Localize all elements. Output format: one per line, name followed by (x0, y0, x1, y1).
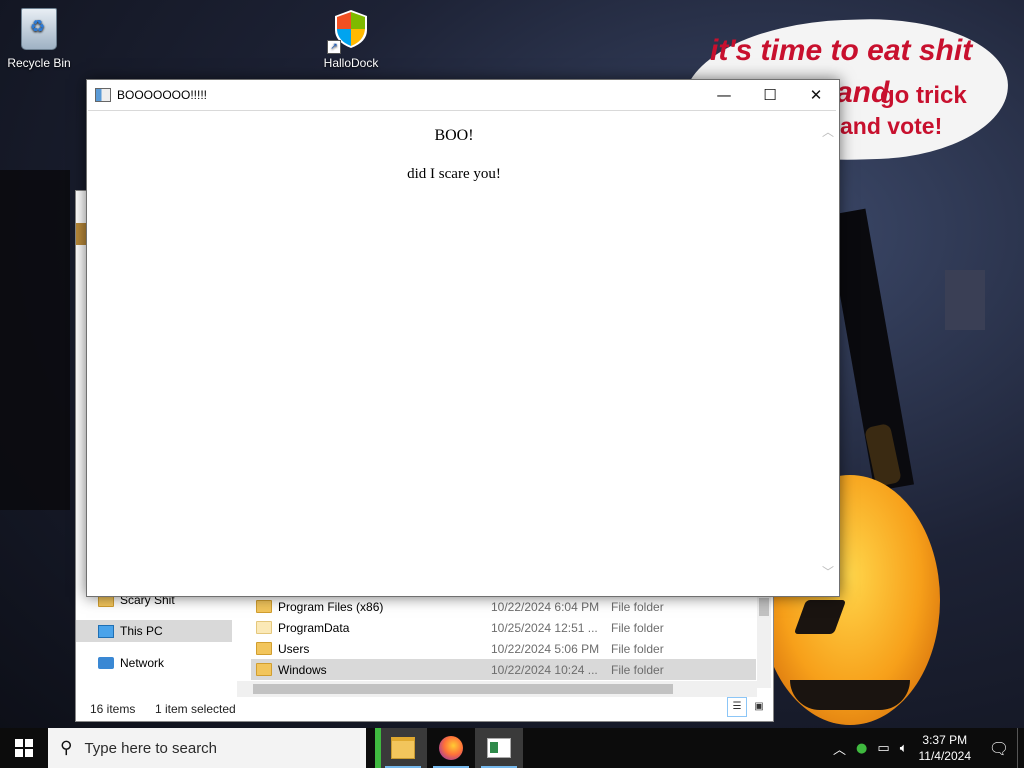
file-type: File folder (611, 662, 664, 677)
taskbar-firefox[interactable] (427, 728, 475, 768)
clock-time: 3:37 PM (922, 733, 968, 747)
scroll-down-arrow-icon[interactable]: ﹀ (822, 563, 834, 580)
windows-logo-icon (15, 739, 33, 757)
taskbar-document-app[interactable] (475, 728, 523, 768)
show-desktop-button[interactable] (1017, 728, 1024, 768)
file-type: File folder (611, 620, 664, 635)
app-window-icon (95, 88, 111, 102)
details-view-button[interactable]: ☰ (727, 697, 747, 717)
volume-icon[interactable]: 🔈︎ (900, 741, 908, 756)
shortcut-arrow-icon: ↗ (327, 40, 341, 54)
wallpaper-text-line4: and vote! (840, 113, 943, 139)
nav-item-this-pc[interactable]: This PC (76, 620, 232, 642)
file-explorer-icon (391, 737, 415, 759)
start-button[interactable] (0, 728, 48, 768)
file-name: Users (278, 641, 310, 656)
folder-icon (256, 600, 272, 613)
explorer-horizontal-scrollbar[interactable] (237, 681, 757, 697)
taskbar-file-explorer[interactable] (379, 728, 427, 768)
folder-icon (256, 663, 272, 676)
scroll-up-arrow-icon[interactable]: ︿ (822, 123, 834, 140)
firefox-icon (439, 736, 463, 760)
people-icon[interactable]: ● (856, 741, 867, 756)
scrollbar-thumb[interactable] (253, 684, 673, 694)
folder-icon (256, 621, 272, 634)
desktop-icon-label: HalloDock (323, 56, 379, 70)
search-placeholder: Type here to search (84, 739, 218, 757)
file-date: 10/25/2024 12:51 ... (491, 620, 598, 635)
title-bar[interactable]: BOOOOOOO!!!!! — ☐ ✕ (87, 80, 839, 110)
desktop-icon-recycle-bin[interactable]: Recycle Bin (2, 8, 76, 70)
clock-date: 11/4/2024 (918, 749, 972, 763)
file-row[interactable]: ProgramData 10/25/2024 12:51 ... File fo… (251, 617, 756, 638)
file-date: 10/22/2024 5:06 PM (491, 641, 600, 656)
system-tray: ︿ ● ▭ 🔈︎ 3:37 PM 11/4/2024 🗨︎ (828, 728, 1024, 768)
computer-icon (98, 624, 114, 638)
file-row-selected[interactable]: Windows 10/22/2024 10:24 ... File folder (251, 659, 756, 680)
status-selection: 1 item selected (155, 702, 236, 716)
document-app-icon (487, 738, 511, 758)
file-name: Windows (278, 662, 327, 677)
status-item-count: 16 items (90, 702, 136, 716)
boo-dialog-window[interactable]: BOOOOOOO!!!!! — ☐ ✕ BOO! did I scare you… (86, 79, 840, 597)
nav-item-label: This PC (120, 624, 163, 638)
notification-center-icon[interactable]: 🗨︎ (981, 728, 1017, 768)
file-name: Program Files (x86) (278, 599, 384, 614)
show-hidden-icons-icon[interactable]: ︿ (833, 739, 846, 758)
pumpkin-mouth (790, 680, 910, 710)
maximize-button[interactable]: ☐ (747, 80, 793, 110)
boo-heading: BOO! (434, 127, 474, 144)
security-shield-icon: ↗ (327, 8, 371, 54)
close-button[interactable]: ✕ (793, 80, 839, 110)
wallpaper-house (945, 270, 985, 330)
scrollbar-thumb[interactable] (759, 598, 769, 616)
desktop-icon-label: Recycle Bin (7, 56, 71, 70)
folder-icon (256, 642, 272, 655)
dialog-content: BOO! did I scare you! ︿ ﹀ (88, 110, 836, 595)
nav-item-network[interactable]: Network (76, 652, 232, 674)
desktop-icon-hallodock[interactable]: ↗ HalloDock (314, 8, 388, 70)
file-row[interactable]: Users 10/22/2024 5:06 PM File folder (251, 638, 756, 659)
file-row[interactable]: Program Files (x86) 10/22/2024 6:04 PM F… (251, 596, 756, 617)
file-type: File folder (611, 599, 664, 614)
network-icon (98, 657, 114, 669)
clock[interactable]: 3:37 PM 11/4/2024 (919, 732, 972, 764)
file-name: ProgramData (278, 620, 350, 635)
file-type: File folder (611, 641, 664, 656)
file-date: 10/22/2024 10:24 ... (491, 662, 598, 677)
taskbar-green-indicator (375, 728, 381, 768)
wallpaper-text-line3: go trick (880, 82, 967, 109)
file-date: 10/22/2024 6:04 PM (491, 599, 600, 614)
large-icons-view-button[interactable]: ▣ (749, 697, 769, 717)
recycle-bin-icon (19, 8, 59, 52)
explorer-vertical-scrollbar[interactable] (757, 596, 771, 688)
window-title: BOOOOOOO!!!!! (117, 88, 208, 102)
minimize-button[interactable]: — (701, 80, 747, 110)
taskbar-search-box[interactable]: ⚲ Type here to search (48, 728, 366, 768)
network-status-icon[interactable]: ▭ (877, 741, 889, 756)
search-icon: ⚲ (60, 738, 73, 758)
nav-item-label: Network (120, 656, 165, 670)
boo-message: did I scare you! (407, 166, 501, 182)
wallpaper-tree-left (0, 170, 70, 510)
wallpaper-text-line1: it's time to eat shit (710, 34, 973, 67)
